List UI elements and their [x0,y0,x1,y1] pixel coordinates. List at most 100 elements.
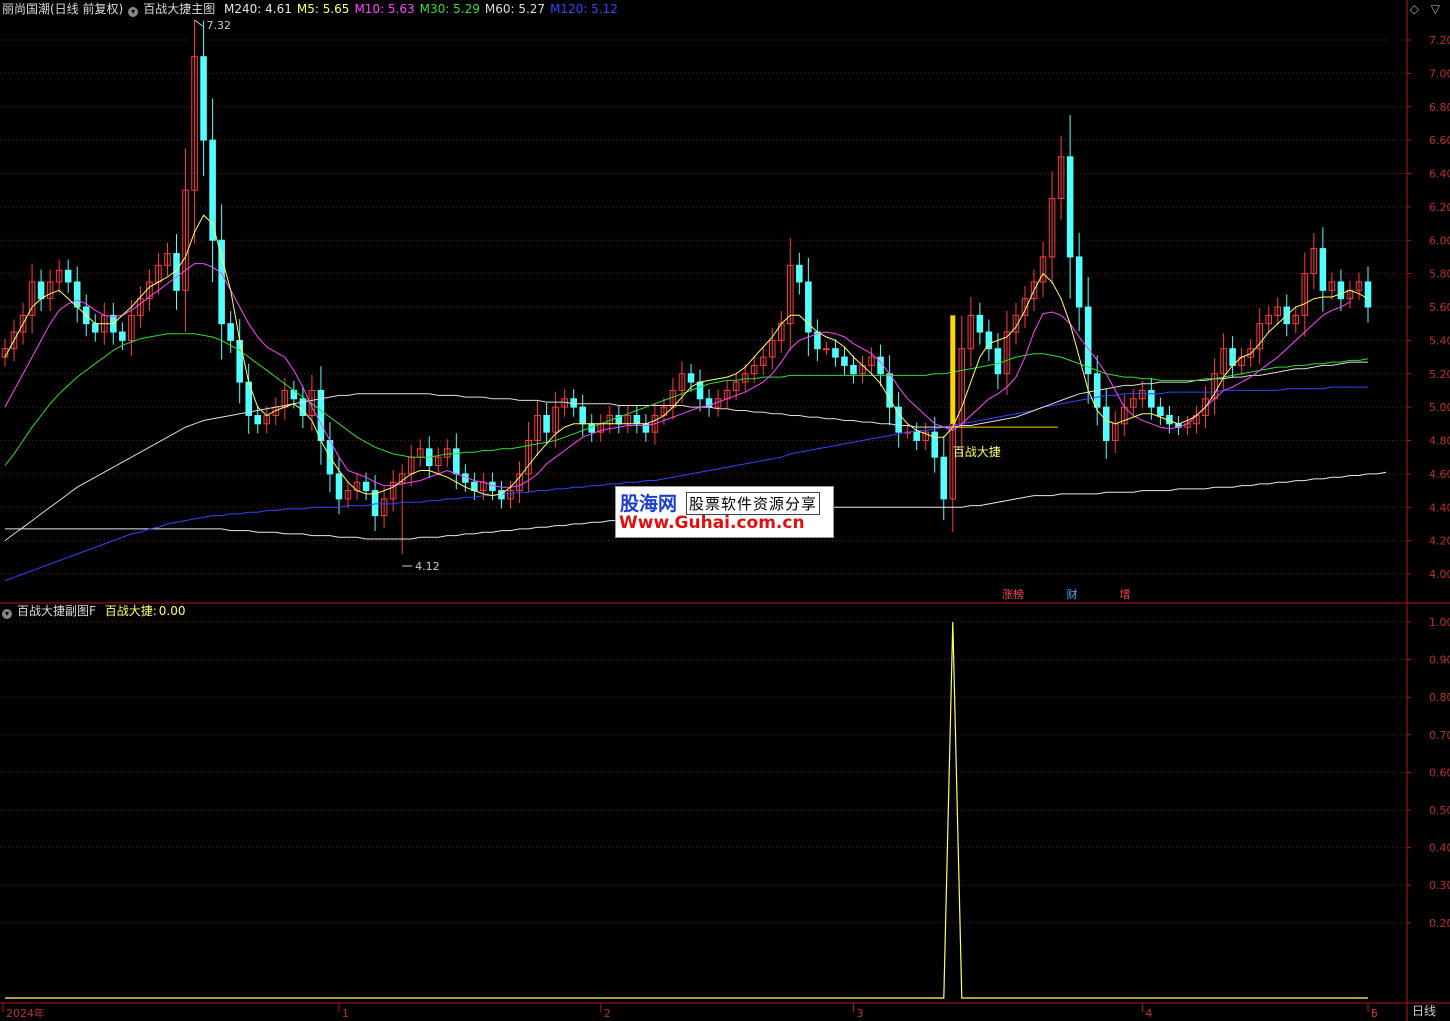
badge: 涨榜 [1002,587,1024,601]
candle-down [1084,306,1092,375]
candle-down [850,364,857,375]
y-tick-label: 4.80 [1429,435,1450,448]
sub-line-value: 0.00 [158,604,186,618]
chevron-down-icon[interactable]: ▾ [128,7,139,17]
x-tick-label: 4 [1145,1007,1152,1020]
high-label: 7.32 [207,19,232,32]
y-tick-label: 0.20 [1429,917,1450,930]
candle-down [227,323,234,341]
y-tick-label: 0.80 [1429,691,1450,704]
candle-down [254,414,262,425]
x-tick-label: 6 [1371,1007,1378,1020]
candle-down [832,348,839,358]
period-label[interactable]: 日线 [1412,1002,1436,1019]
y-tick-label: 0.50 [1429,804,1450,817]
diamond-icon[interactable]: ◇ [1410,2,1419,16]
ma-line-m30 [4,333,1369,466]
sub-indicator [5,621,1368,999]
candle-down [1337,281,1345,300]
signal-text: 百战大捷 [953,445,1001,459]
y-tick-label: 4.20 [1429,535,1450,548]
watermark: 股海网 股票软件资源分享 Www.Guhai.com.cn [615,486,834,538]
y-tick-label: 5.00 [1429,401,1450,414]
candle-down [91,323,99,333]
candle-down [931,431,939,458]
stock-title[interactable]: 丽尚国潮(日线 前复权) [2,2,123,16]
ma-legend-m240: M240: 4.61 [224,2,292,16]
candle-down [1148,389,1155,408]
ma-legend-m60: M60: 5.27 [484,2,546,16]
candle-down [73,281,81,308]
ma-line-m120 [4,386,1368,582]
candle-down [453,448,460,475]
candle-down [1319,248,1327,291]
y-tick-label: 7.00 [1429,67,1450,80]
candle-down [913,431,920,441]
candle-down [1066,156,1074,258]
y-tick-label: 5.80 [1429,268,1450,281]
ma-line-m5 [4,214,1369,497]
x-tick-label: 1 [342,1007,349,1020]
candle-down [994,348,1002,375]
ma-legend-m120: M120: 5.12 [550,2,618,16]
y-tick-label: 5.60 [1429,301,1450,314]
candle-down [37,281,45,300]
y-tick-label: 4.00 [1429,568,1450,581]
candle-down [1075,256,1083,308]
y-tick-label: 0.60 [1429,766,1450,779]
candle-down [471,481,478,492]
candle-down [335,473,343,500]
chevron-down-icon[interactable]: ▾ [2,609,12,619]
candle-down [940,456,948,500]
y-tick-label: 6.60 [1429,134,1450,147]
y-tick-label: 5.40 [1429,334,1450,347]
candle-down [64,269,72,283]
main-indicator-name[interactable]: 百战大捷主图 [143,2,215,16]
signal-bar [950,315,956,424]
candlesticks[interactable] [1,19,1372,554]
sub-indicator-name[interactable]: 百战大捷副图F [17,604,96,618]
y-tick-label: 5.20 [1429,368,1450,381]
candle-down [543,414,550,433]
candle-down [976,314,984,333]
candle-down [696,381,704,400]
high-pointer [194,19,203,27]
sub-line-label: 百战大捷: [104,604,157,618]
x-tick-label: 2024年 [6,1006,45,1020]
ma-legend: M240: 4.61 M5: 5.65 M10: 5.63 M30: 5.29 M60:… [224,2,623,16]
y-tick-label: 6.00 [1429,234,1450,247]
x-tick-label: 2 [604,1007,611,1020]
badge: 财 [1067,587,1078,601]
y-tick-label: 0.90 [1429,654,1450,667]
collapse-icon[interactable]: ▽ [1431,2,1440,16]
candle-down [841,356,848,366]
y-tick-label: 0.70 [1429,729,1450,742]
watermark-url: Www.Guhai.com.cn [619,513,805,533]
ma-legend-m30: M30: 5.29 [419,2,480,16]
candle-down [200,56,207,141]
y-tick-label: 6.40 [1429,168,1450,181]
y-tick-label: 4.40 [1429,501,1450,514]
watermark-subtitle: 股票软件资源分享 [686,492,821,515]
ma-legend-m5: M5: 5.65 [296,2,350,16]
ma-line-m10 [4,263,1351,488]
candle-up [823,348,830,351]
candle-down [1157,406,1164,416]
y-tick-label: 6.20 [1429,201,1450,214]
candle-down [579,406,586,425]
candle-down [805,281,812,333]
candle-down [1229,348,1236,366]
candle-down [1102,406,1110,441]
candle-down [633,414,641,425]
x-tick-label: 3 [856,1007,863,1020]
y-tick-label: 0.40 [1429,842,1450,855]
ma-legend-m10: M10: 5.63 [354,2,415,16]
candle-down [362,481,370,492]
candle-down [687,373,695,383]
y-tick-label: 4.60 [1429,468,1450,481]
signal-indicator-line [5,621,1368,999]
sub-header: ▾ 百战大捷副图F 百战大捷: 0.00 [2,603,191,619]
candle-down [119,331,126,341]
y-tick-label: 6.80 [1429,101,1450,114]
low-label: 4.12 [415,560,440,573]
